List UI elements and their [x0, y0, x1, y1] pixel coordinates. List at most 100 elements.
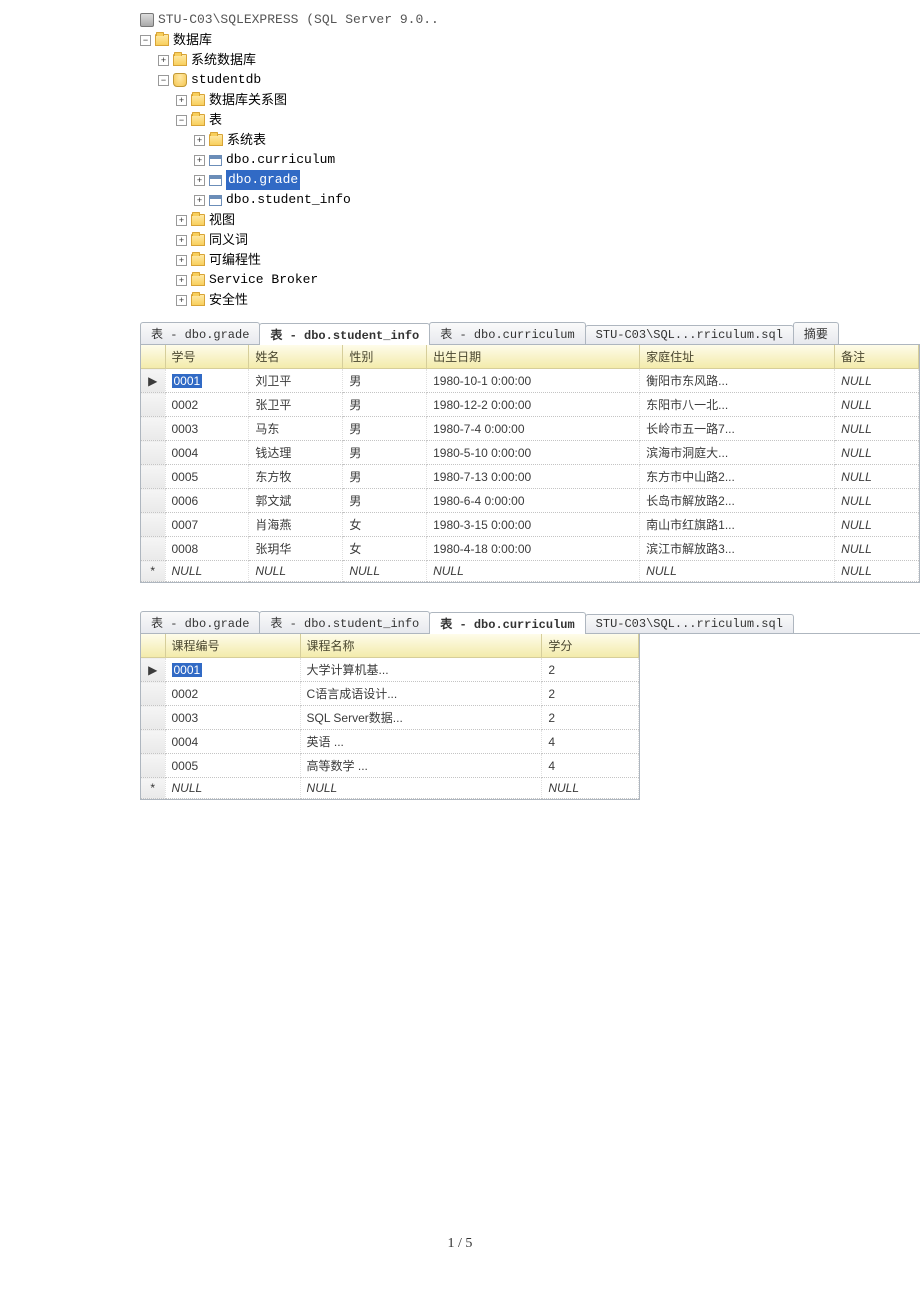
cell[interactable]: NULL: [542, 778, 639, 799]
expander-plus-icon[interactable]: +: [176, 275, 187, 286]
row-marker[interactable]: ▶: [141, 658, 165, 682]
expander-plus-icon[interactable]: +: [194, 135, 205, 146]
expander-plus-icon[interactable]: +: [194, 155, 205, 166]
expander-plus-icon[interactable]: +: [158, 55, 169, 66]
tree-node-service-broker[interactable]: + Service Broker: [140, 270, 920, 290]
tree-node-views[interactable]: + 视图: [140, 210, 920, 230]
cell[interactable]: 2: [542, 682, 639, 706]
cell[interactable]: 男: [343, 465, 427, 489]
col-name[interactable]: 姓名: [249, 345, 343, 369]
expander-plus-icon[interactable]: +: [176, 295, 187, 306]
row-marker[interactable]: [141, 537, 165, 561]
row-marker[interactable]: [141, 754, 165, 778]
row-marker[interactable]: [141, 441, 165, 465]
cell[interactable]: NULL: [640, 561, 835, 582]
cell[interactable]: 0005: [165, 465, 249, 489]
col-address[interactable]: 家庭住址: [640, 345, 835, 369]
cell[interactable]: 0007: [165, 513, 249, 537]
cell[interactable]: 男: [343, 393, 427, 417]
cell[interactable]: 1980-4-18 0:00:00: [427, 537, 640, 561]
cell[interactable]: 女: [343, 537, 427, 561]
row-marker[interactable]: [141, 393, 165, 417]
table-row[interactable]: *NULLNULLNULL: [141, 778, 639, 799]
cell[interactable]: 0001: [165, 658, 300, 682]
row-marker[interactable]: *: [141, 778, 165, 799]
table-row[interactable]: ▶0001大学计算机基...2: [141, 658, 639, 682]
cell[interactable]: 马东: [249, 417, 343, 441]
tab-student-info[interactable]: 表 - dbo.student_info: [259, 323, 430, 345]
row-marker[interactable]: [141, 730, 165, 754]
cell[interactable]: 张卫平: [249, 393, 343, 417]
cell[interactable]: NULL: [300, 778, 542, 799]
cell[interactable]: 0008: [165, 537, 249, 561]
tree-node-server[interactable]: STU-C03\SQLEXPRESS (SQL Server 9.0..: [140, 10, 920, 30]
table-row[interactable]: 0002张卫平男1980-12-2 0:00:00东阳市八一北...NULL: [141, 393, 919, 417]
cell[interactable]: 滨海市洞庭大...: [640, 441, 835, 465]
cell[interactable]: 0001: [165, 369, 249, 393]
tree-node-tables[interactable]: − 表: [140, 110, 920, 130]
cell[interactable]: 大学计算机基...: [300, 658, 542, 682]
cell[interactable]: 1980-3-15 0:00:00: [427, 513, 640, 537]
col-course-id[interactable]: 课程编号: [165, 634, 300, 658]
cell[interactable]: 东方市中山路2...: [640, 465, 835, 489]
cell[interactable]: 女: [343, 513, 427, 537]
cell[interactable]: NULL: [835, 537, 919, 561]
cell[interactable]: 滨江市解放路3...: [640, 537, 835, 561]
expander-minus-icon[interactable]: −: [158, 75, 169, 86]
row-marker[interactable]: *: [141, 561, 165, 582]
cell[interactable]: 东方牧: [249, 465, 343, 489]
cell[interactable]: NULL: [835, 561, 919, 582]
cell[interactable]: 0002: [165, 393, 249, 417]
cell[interactable]: NULL: [165, 561, 249, 582]
tree-node-programmability[interactable]: + 可编程性: [140, 250, 920, 270]
cell[interactable]: NULL: [165, 778, 300, 799]
cell[interactable]: 钱达理: [249, 441, 343, 465]
cell[interactable]: NULL: [835, 441, 919, 465]
row-marker[interactable]: [141, 489, 165, 513]
col-credit[interactable]: 学分: [542, 634, 639, 658]
expander-minus-icon[interactable]: −: [176, 115, 187, 126]
cell[interactable]: 长岭市五一路7...: [640, 417, 835, 441]
row-marker[interactable]: ▶: [141, 369, 165, 393]
cell[interactable]: 衡阳市东风路...: [640, 369, 835, 393]
expander-plus-icon[interactable]: +: [194, 175, 205, 186]
tree-node-db-diagram[interactable]: + 数据库关系图: [140, 90, 920, 110]
tree-node-studentdb[interactable]: − studentdb: [140, 70, 920, 90]
table-row[interactable]: 0004英语 ...4: [141, 730, 639, 754]
cell[interactable]: 刘卫平: [249, 369, 343, 393]
cell[interactable]: 东阳市八一北...: [640, 393, 835, 417]
expander-plus-icon[interactable]: +: [176, 255, 187, 266]
cell[interactable]: 0006: [165, 489, 249, 513]
cell[interactable]: 英语 ...: [300, 730, 542, 754]
tab-sql-file-2[interactable]: STU-C03\SQL...rriculum.sql: [585, 614, 794, 633]
expander-plus-icon[interactable]: +: [176, 95, 187, 106]
cell[interactable]: 长岛市解放路2...: [640, 489, 835, 513]
row-marker[interactable]: [141, 682, 165, 706]
cell[interactable]: 1980-7-13 0:00:00: [427, 465, 640, 489]
cell[interactable]: 肖海燕: [249, 513, 343, 537]
cell[interactable]: 1980-6-4 0:00:00: [427, 489, 640, 513]
cell[interactable]: 0005: [165, 754, 300, 778]
tree-node-system-tables[interactable]: + 系统表: [140, 130, 920, 150]
col-gender[interactable]: 性别: [343, 345, 427, 369]
tab-sql-file[interactable]: STU-C03\SQL...rriculum.sql: [585, 325, 794, 344]
table-row[interactable]: 0005高等数学 ...4: [141, 754, 639, 778]
cell[interactable]: 0002: [165, 682, 300, 706]
tab-curriculum-2[interactable]: 表 - dbo.curriculum: [429, 612, 585, 634]
table-row[interactable]: 0003马东男1980-7-4 0:00:00长岭市五一路7...NULL: [141, 417, 919, 441]
cell[interactable]: 南山市红旗路1...: [640, 513, 835, 537]
cell[interactable]: 4: [542, 754, 639, 778]
cell[interactable]: 1980-10-1 0:00:00: [427, 369, 640, 393]
cell[interactable]: 2: [542, 658, 639, 682]
cell[interactable]: 张玥华: [249, 537, 343, 561]
cell[interactable]: 男: [343, 441, 427, 465]
table-row[interactable]: 0008张玥华女1980-4-18 0:00:00滨江市解放路3...NULL: [141, 537, 919, 561]
tab-student-info-2[interactable]: 表 - dbo.student_info: [259, 611, 430, 633]
tab-summary[interactable]: 摘要: [793, 322, 839, 344]
table-row[interactable]: 0007肖海燕女1980-3-15 0:00:00南山市红旗路1...NULL: [141, 513, 919, 537]
tab-grade-2[interactable]: 表 - dbo.grade: [140, 611, 260, 633]
row-marker[interactable]: [141, 465, 165, 489]
expander-plus-icon[interactable]: +: [176, 235, 187, 246]
table-row[interactable]: 0005东方牧男1980-7-13 0:00:00东方市中山路2...NULL: [141, 465, 919, 489]
expander-plus-icon[interactable]: +: [176, 215, 187, 226]
